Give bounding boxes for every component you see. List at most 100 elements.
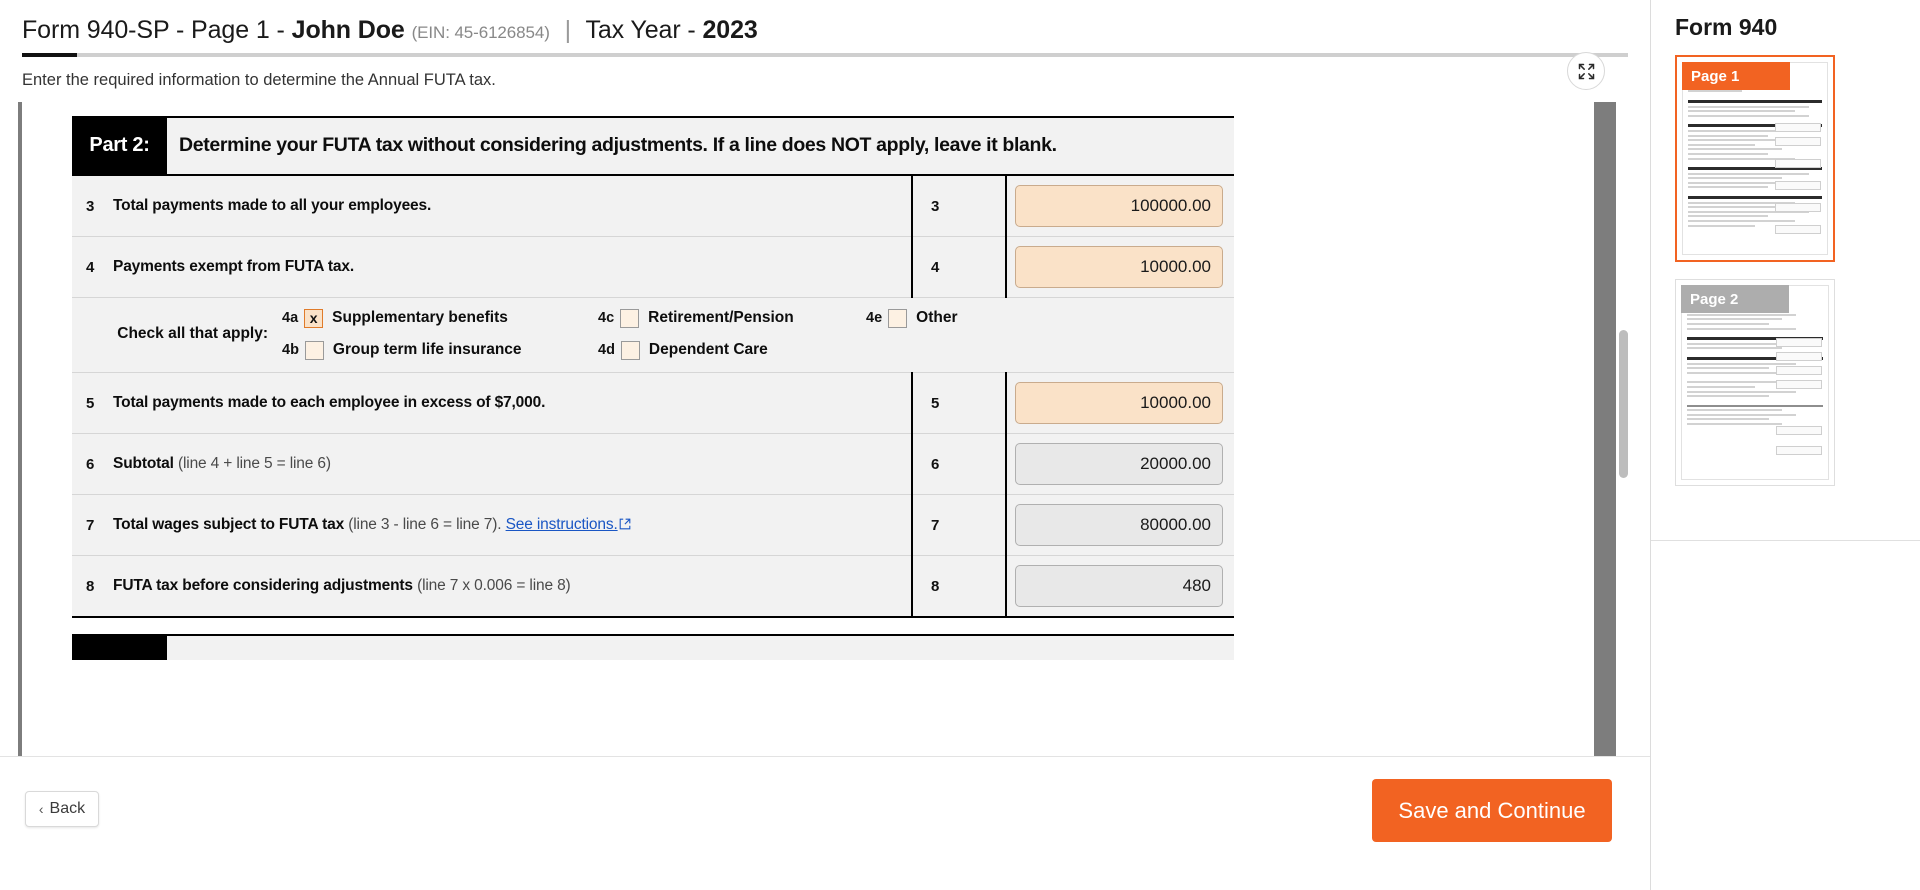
row-number: 3 xyxy=(72,175,112,238)
page-number: 1 xyxy=(255,16,270,44)
title-underline xyxy=(22,52,1628,57)
checkbox-4c[interactable] xyxy=(620,308,640,328)
line-8-input: 480 xyxy=(1015,565,1223,607)
form-page-sheet: Part 2: Determine your FUTA tax without … xyxy=(72,101,1234,660)
sidebar-divider xyxy=(1651,540,1920,541)
row-number: 4 xyxy=(72,236,112,299)
app-root: Form 940-SP - Page 1 - John Doe (EIN: 45… xyxy=(0,0,1920,890)
page-2-label: Page 2 xyxy=(1681,285,1789,313)
checkbox-item-4e[interactable]: 4e Other xyxy=(866,308,958,328)
page-title: Form 940-SP - Page 1 - John Doe (EIN: 45… xyxy=(22,16,1650,45)
row-label-text: Total payments made to all your employee… xyxy=(113,197,432,214)
row-input-cell: 480 xyxy=(1006,555,1234,618)
row-input-cell: 100000.00 xyxy=(1006,175,1234,238)
line-6-input: 20000.00 xyxy=(1015,443,1223,486)
row-input-cell: 10000.00 xyxy=(1006,236,1234,299)
row-label: Subtotal (line 4 + line 5 = line 6) xyxy=(112,433,912,496)
checkbox-label-4d: Dependent Care xyxy=(648,341,768,359)
row-number: 7 xyxy=(72,494,112,557)
checkbox-label-4b: Group term life insurance xyxy=(332,341,522,359)
part-2-tag: Part 2: xyxy=(72,117,167,174)
page-thumbnail-list: Page 1 Page 2 xyxy=(1651,41,1920,486)
table-row: 7 Total wages subject to FUTA tax (line … xyxy=(72,494,1234,557)
checkbox-group: Check all that apply: 4a x Supplementary… xyxy=(72,297,1234,374)
form-lines-table: 3 Total payments made to all your employ… xyxy=(72,175,1234,618)
part-2-heading: Determine your FUTA tax without consider… xyxy=(179,134,1057,157)
form-name: Form 940-SP - Page xyxy=(22,16,250,44)
row-label-formula: (line 7 x 0.006 = line 8) xyxy=(417,577,571,594)
external-link-icon[interactable] xyxy=(619,517,631,535)
checkbox-item-4b[interactable]: 4b Group term life insurance xyxy=(282,340,598,360)
expand-collapse-icon xyxy=(1578,63,1595,80)
checkbox-line-top: 4a x Supplementary benefits 4c Retiremen… xyxy=(282,308,958,328)
page-1-preview xyxy=(1682,62,1828,255)
checkbox-label-4e: Other xyxy=(916,309,958,327)
sidebar-title: Form 940 xyxy=(1675,14,1778,40)
expand-collapse-button[interactable] xyxy=(1567,52,1605,90)
row-line-number: 5 xyxy=(911,372,1007,435)
row-label-text: Total wages subject to FUTA tax xyxy=(113,515,345,533)
line-7-input: 80000.00 xyxy=(1015,504,1223,547)
page-1-label: Page 1 xyxy=(1682,62,1790,90)
checkbox-item-4a[interactable]: 4a x Supplementary benefits xyxy=(282,308,598,328)
row-label-formula: (line 4 + line 5 = line 6) xyxy=(177,455,331,473)
line-5-input[interactable]: 10000.00 xyxy=(1015,382,1223,425)
ein-label: (EIN: 45-6126854) xyxy=(411,23,550,42)
document-scrollbar-thumb[interactable] xyxy=(1619,329,1628,478)
row-line-number: 6 xyxy=(911,433,1007,496)
save-button-label: Save and Continue xyxy=(1398,797,1586,823)
title-separator: | xyxy=(564,16,572,44)
row-line-number: 4 xyxy=(911,236,1007,299)
row-line-number: 3 xyxy=(911,175,1007,238)
checkbox-item-4c[interactable]: 4c Retirement/Pension xyxy=(598,308,866,328)
page-2-preview xyxy=(1681,285,1829,480)
back-button[interactable]: ‹ Back xyxy=(25,791,99,827)
taxpayer-name: John Doe xyxy=(291,16,405,44)
tax-year-value: 2023 xyxy=(702,16,758,44)
table-row: 8 FUTA tax before considering adjustment… xyxy=(72,555,1234,618)
line-4-input[interactable]: 10000.00 xyxy=(1015,246,1223,289)
table-row: 5 Total payments made to each employee i… xyxy=(72,372,1234,435)
checkbox-code-4e: 4e xyxy=(866,310,883,327)
sidebar-item-page-1[interactable]: Page 1 xyxy=(1675,55,1835,262)
checkbox-4d[interactable] xyxy=(620,340,640,360)
checkbox-4e[interactable] xyxy=(888,308,908,328)
table-row: 3 Total payments made to all your employ… xyxy=(72,175,1234,238)
part-2-banner: Part 2: Determine your FUTA tax without … xyxy=(72,115,1234,176)
checkbox-4a[interactable]: x xyxy=(304,308,324,328)
row-number: 8 xyxy=(72,555,112,618)
tax-year-label: Tax Year - xyxy=(585,16,696,44)
checkbox-code-4b: 4b xyxy=(282,342,299,359)
back-button-label: Back xyxy=(49,800,86,817)
checkbox-line-bottom: 4b Group term life insurance 4d Dependen… xyxy=(282,340,957,360)
row-input-cell: 20000.00 xyxy=(1006,433,1234,496)
row-label: Total wages subject to FUTA tax (line 3 … xyxy=(112,494,912,557)
checkbox-label-4c: Retirement/Pension xyxy=(648,309,794,327)
row-number: 6 xyxy=(72,433,112,496)
checkbox-code-4c: 4c xyxy=(598,310,615,327)
next-part-banner-edge xyxy=(72,633,1234,660)
checkbox-item-4d[interactable]: 4d Dependent Care xyxy=(598,340,866,360)
row-label: Total payments made to all your employee… xyxy=(112,175,912,238)
page-subtitle: Enter the required information to determ… xyxy=(22,70,496,89)
row-label-text: Payments exempt from FUTA tax. xyxy=(113,258,354,276)
checkbox-row: Check all that apply: 4a x Supplementary… xyxy=(72,297,1234,374)
chevron-left-icon: ‹ xyxy=(38,801,44,817)
table-row: 4 Payments exempt from FUTA tax. 4 10000… xyxy=(72,236,1234,299)
save-and-continue-button[interactable]: Save and Continue xyxy=(1372,779,1612,842)
table-row: 6 Subtotal (line 4 + line 5 = line 6) 6 … xyxy=(72,433,1234,496)
row-label: Total payments made to each employee in … xyxy=(112,372,912,435)
row-label: Payments exempt from FUTA tax. xyxy=(112,236,912,299)
row-input-cell: 10000.00 xyxy=(1006,372,1234,435)
checkbox-group-caption: Check all that apply: xyxy=(117,325,268,343)
checkbox-4b[interactable] xyxy=(304,340,324,360)
sidebar-item-page-2[interactable]: Page 2 xyxy=(1675,279,1835,486)
line-3-input[interactable]: 100000.00 xyxy=(1015,185,1223,227)
checkbox-code-4d: 4d xyxy=(598,342,615,359)
footer-action-bar: ‹ Back Save and Continue xyxy=(0,756,1650,890)
checkbox-label-4a: Supplementary benefits xyxy=(332,309,508,327)
row-line-number: 7 xyxy=(911,494,1007,557)
row-label-formula: (line 3 - line 6 = line 7). xyxy=(348,515,502,533)
see-instructions-link[interactable]: See instructions. xyxy=(506,516,618,533)
title-dash: - xyxy=(276,16,285,44)
